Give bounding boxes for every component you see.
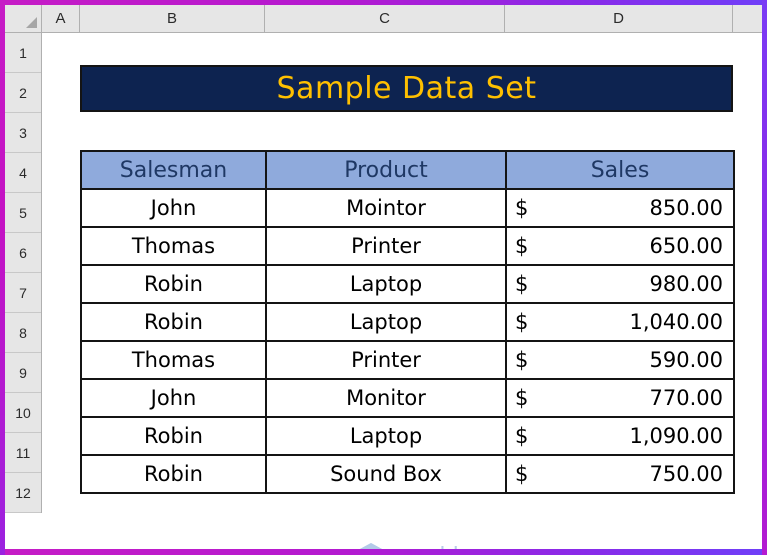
- currency-symbol: $: [515, 424, 529, 448]
- row-header-4[interactable]: 4: [5, 153, 41, 193]
- cell-product[interactable]: Laptop: [265, 416, 507, 456]
- page-title: Sample Data Set: [276, 71, 537, 106]
- currency-symbol: $: [515, 196, 529, 220]
- row-header-1[interactable]: 1: [5, 33, 41, 73]
- row-header-10[interactable]: 10: [5, 393, 41, 433]
- row-header-2[interactable]: 2: [5, 73, 41, 113]
- table-row[interactable]: John Monitor $ 770.00: [80, 378, 735, 418]
- cell-product[interactable]: Mointor: [265, 188, 507, 228]
- currency-symbol: $: [515, 462, 529, 486]
- cell-salesman[interactable]: Robin: [80, 454, 267, 494]
- table-row[interactable]: John Mointor $ 850.00: [80, 188, 735, 228]
- worksheet-grid[interactable]: Sample Data Set Salesman Product Sales J…: [43, 34, 762, 549]
- table-row[interactable]: Robin Sound Box $ 750.00: [80, 454, 735, 494]
- row-header-9[interactable]: 9: [5, 353, 41, 393]
- column-header-product[interactable]: Product: [265, 150, 507, 190]
- row-header-11[interactable]: 11: [5, 433, 41, 473]
- cell-salesman[interactable]: Thomas: [80, 340, 267, 380]
- column-header-salesman[interactable]: Salesman: [80, 150, 267, 190]
- frame-border-bottom: [0, 549, 767, 555]
- cell-product[interactable]: Laptop: [265, 264, 507, 304]
- row-header-5[interactable]: 5: [5, 193, 41, 233]
- table-row[interactable]: Robin Laptop $ 980.00: [80, 264, 735, 304]
- table-header-row: Salesman Product Sales: [80, 150, 735, 190]
- sales-amount: 980.00: [649, 272, 723, 296]
- cell-sales[interactable]: $ 1,040.00: [505, 302, 735, 342]
- cell-product[interactable]: Laptop: [265, 302, 507, 342]
- cell-sales[interactable]: $ 850.00: [505, 188, 735, 228]
- cell-salesman[interactable]: Robin: [80, 302, 267, 342]
- cell-salesman[interactable]: Thomas: [80, 226, 267, 266]
- currency-symbol: $: [515, 386, 529, 410]
- sales-amount: 650.00: [649, 234, 723, 258]
- sales-amount: 1,040.00: [629, 310, 723, 334]
- row-header-3[interactable]: 3: [5, 113, 41, 153]
- row-header-8[interactable]: 8: [5, 313, 41, 353]
- sales-amount: 590.00: [649, 348, 723, 372]
- sales-data-table[interactable]: Salesman Product Sales John Mointor $ 85…: [80, 150, 735, 494]
- currency-symbol: $: [515, 348, 529, 372]
- excel-screenshot: Sample Data Set Salesman Product Sales J…: [0, 0, 767, 555]
- cube-logo-icon: [359, 542, 384, 549]
- currency-symbol: $: [515, 234, 529, 258]
- column-header-d[interactable]: D: [505, 5, 733, 33]
- cell-sales[interactable]: $ 750.00: [505, 454, 735, 494]
- sales-amount: 1,090.00: [629, 424, 723, 448]
- cell-product[interactable]: Monitor: [265, 378, 507, 418]
- column-header-sales[interactable]: Sales: [505, 150, 735, 190]
- table-row[interactable]: Thomas Printer $ 590.00: [80, 340, 735, 380]
- cell-sales[interactable]: $ 980.00: [505, 264, 735, 304]
- watermark-brand: exceldemy: [389, 542, 503, 549]
- cell-product[interactable]: Sound Box: [265, 454, 507, 494]
- cell-sales[interactable]: $ 1,090.00: [505, 416, 735, 456]
- sales-amount: 750.00: [649, 462, 723, 486]
- column-header-c[interactable]: C: [265, 5, 505, 33]
- title-banner-cell[interactable]: Sample Data Set: [80, 65, 733, 112]
- table-row[interactable]: Thomas Printer $ 650.00: [80, 226, 735, 266]
- watermark-main: exceldemy: [358, 542, 503, 549]
- cell-product[interactable]: Printer: [265, 340, 507, 380]
- cell-salesman[interactable]: John: [80, 188, 267, 228]
- column-header-e-partial[interactable]: [733, 5, 762, 33]
- cell-salesman[interactable]: Robin: [80, 416, 267, 456]
- cell-sales[interactable]: $ 590.00: [505, 340, 735, 380]
- cell-sales[interactable]: $ 650.00: [505, 226, 735, 266]
- sales-amount: 850.00: [649, 196, 723, 220]
- cell-sales[interactable]: $ 770.00: [505, 378, 735, 418]
- cell-salesman[interactable]: John: [80, 378, 267, 418]
- table-row[interactable]: Robin Laptop $ 1,040.00: [80, 302, 735, 342]
- table-row[interactable]: Robin Laptop $ 1,090.00: [80, 416, 735, 456]
- table-body: John Mointor $ 850.00 Thomas Printer $ 6…: [80, 188, 735, 494]
- select-all-triangle-icon: [26, 17, 37, 28]
- frame-border-right: [762, 0, 767, 555]
- row-header-6[interactable]: 6: [5, 233, 41, 273]
- column-header-a[interactable]: A: [42, 5, 80, 33]
- select-all-button[interactable]: [5, 5, 42, 33]
- sales-amount: 770.00: [649, 386, 723, 410]
- currency-symbol: $: [515, 272, 529, 296]
- row-header-12[interactable]: 12: [5, 473, 41, 513]
- watermark: exceldemy EXCEL · DATA · BI: [331, 539, 531, 549]
- cell-product[interactable]: Printer: [265, 226, 507, 266]
- column-header-b[interactable]: B: [80, 5, 265, 33]
- cell-salesman[interactable]: Robin: [80, 264, 267, 304]
- row-header-7[interactable]: 7: [5, 273, 41, 313]
- row-header-bar: 1 2 3 4 5 6 7 8 9 10 11 12: [5, 33, 42, 513]
- currency-symbol: $: [515, 310, 529, 334]
